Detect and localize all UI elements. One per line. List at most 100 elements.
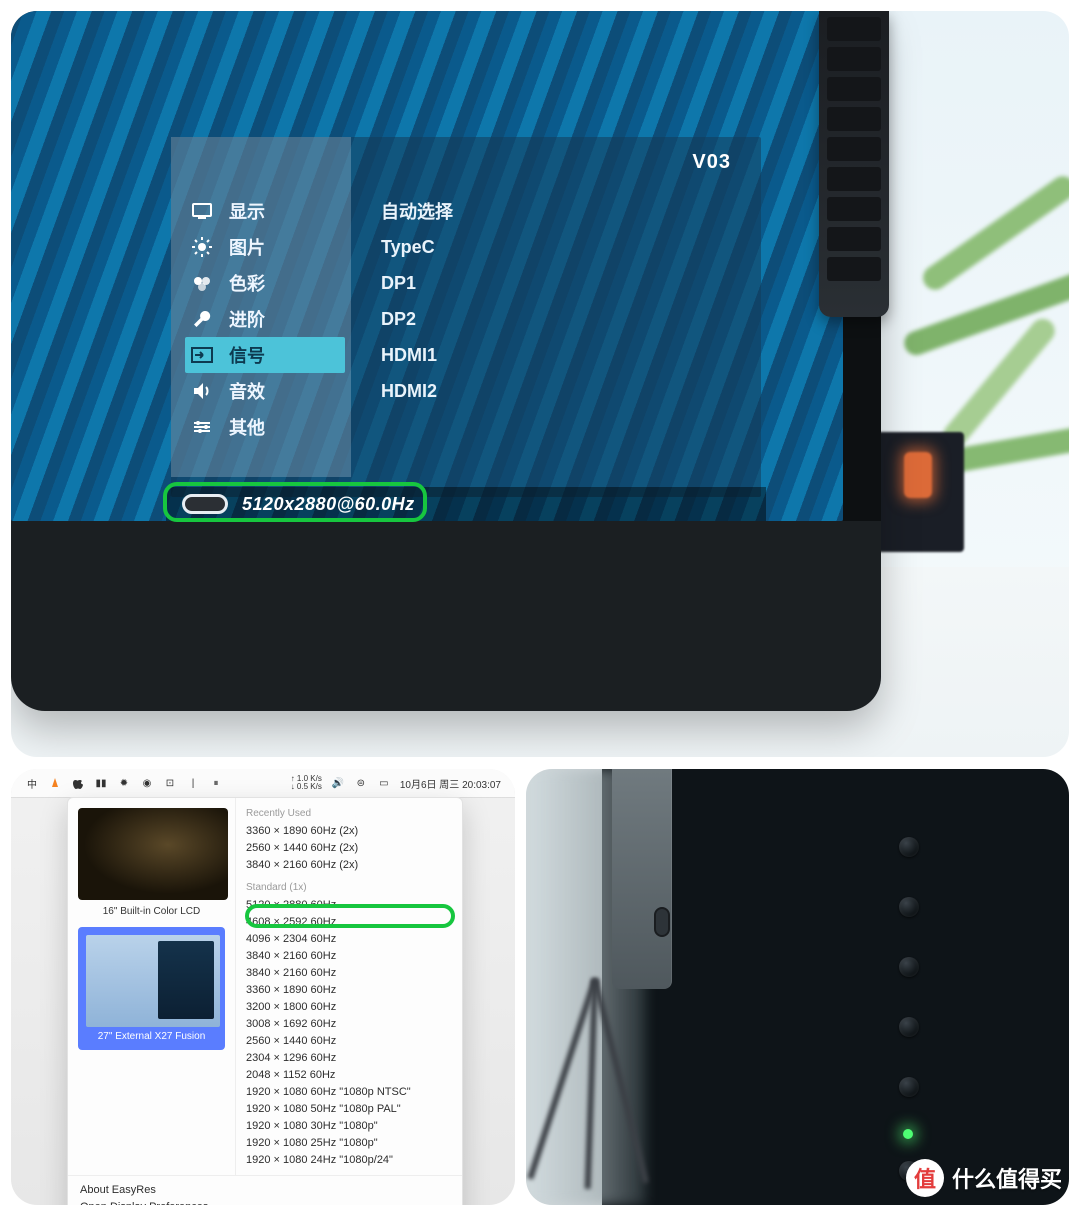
osd-item-label: 其他 xyxy=(229,414,265,440)
osd-item-advanced[interactable]: 进阶 xyxy=(185,301,345,337)
color-icon xyxy=(191,272,213,294)
wrench-icon xyxy=(191,308,213,330)
input-method-icon[interactable]: 中 xyxy=(25,776,39,790)
osd-physical-button[interactable] xyxy=(899,1017,919,1037)
osd-physical-button[interactable] xyxy=(899,837,919,857)
network-speed: ↑ 1.0 K/s ↓ 0.5 K/s xyxy=(291,775,322,791)
input-icon xyxy=(191,344,213,366)
resolution-option[interactable]: 5120 × 2880 60Hz xyxy=(246,897,452,914)
osd-item-label: 信号 xyxy=(229,342,265,368)
osd-submenu-inputs: 自动选择 TypeC DP1 DP2 HDMI1 HDMI2 xyxy=(381,193,453,409)
tripod xyxy=(546,979,646,1189)
resolution-option[interactable]: 3840 × 2160 60Hz xyxy=(246,948,452,965)
osd-item-label: 色彩 xyxy=(229,270,265,296)
standard-resolutions-list: 5120 × 2880 60Hz4608 × 2592 60Hz4096 × 2… xyxy=(246,897,452,1169)
menubar-icon[interactable]: ◉ xyxy=(140,776,154,790)
resolution-option[interactable]: 3840 × 2160 60Hz xyxy=(246,965,452,982)
osd-footer: 5120x2880@60.0Hz xyxy=(166,487,766,521)
osd-physical-button[interactable] xyxy=(899,957,919,977)
display-selector-column: 16" Built-in Color LCD 27" External X27 … xyxy=(68,798,236,1175)
osd-input-option[interactable]: DP2 xyxy=(381,301,453,337)
apple-icon[interactable] xyxy=(71,776,85,790)
osd-input-option[interactable]: HDMI1 xyxy=(381,337,453,373)
resolution-option[interactable]: 4608 × 2592 60Hz xyxy=(246,914,452,931)
screen-light-bar xyxy=(819,11,889,317)
section-header-recent: Recently Used xyxy=(246,808,452,819)
resolution-option[interactable]: 1920 × 1080 50Hz "1080p PAL" xyxy=(246,1101,452,1118)
osd-physical-button[interactable] xyxy=(899,1077,919,1097)
resolution-option[interactable]: 1920 × 1080 25Hz "1080p" xyxy=(246,1135,452,1152)
display-label-external: 27" External X27 Fusion xyxy=(86,1031,217,1042)
display-menu-icon[interactable]: ▭ xyxy=(377,776,391,790)
brightness-icon xyxy=(191,236,213,258)
menubar-icon[interactable]: ⏸ xyxy=(209,776,223,790)
osd-item-label: 显示 xyxy=(229,198,265,224)
osd-item-picture[interactable]: 图片 xyxy=(185,229,345,265)
smzdm-watermark: 值 什么值得买 xyxy=(906,1159,1062,1197)
usb-c-port xyxy=(654,907,670,937)
osd-item-label: 进阶 xyxy=(229,306,265,332)
resolution-list-column: Recently Used 3360 × 1890 60Hz (2x)2560 … xyxy=(236,798,462,1175)
easyres-dropdown: 16" Built-in Color LCD 27" External X27 … xyxy=(67,797,463,1205)
resolution-option[interactable]: 1920 × 1080 30Hz "1080p" xyxy=(246,1118,452,1135)
osd-item-display[interactable]: 显示 xyxy=(185,193,345,229)
top-photo-panel: V03 显示 图片 色彩 进阶 xyxy=(11,11,1069,757)
volume-icon[interactable]: 🔊 xyxy=(331,776,345,790)
osd-item-signal[interactable]: 信号 xyxy=(185,337,345,373)
bottom-right-panel xyxy=(526,769,1069,1205)
osd-item-label: 音效 xyxy=(229,378,265,404)
resolution-option[interactable]: 3008 × 1692 60Hz xyxy=(246,1016,452,1033)
menubar-icon[interactable]: ⊡ xyxy=(163,776,177,790)
resolution-option[interactable]: 4096 × 2304 60Hz xyxy=(246,931,452,948)
resolution-option[interactable]: 2048 × 1152 60Hz xyxy=(246,1067,452,1084)
display-thumbnail-external-selected[interactable]: 27" External X27 Fusion xyxy=(78,927,225,1050)
osd-input-option[interactable]: DP1 xyxy=(381,265,453,301)
resolution-option[interactable]: 3360 × 1890 60Hz xyxy=(246,982,452,999)
smzdm-badge-icon: 值 xyxy=(906,1159,944,1197)
osd-input-option[interactable]: HDMI2 xyxy=(381,373,453,409)
usb-c-icon xyxy=(182,494,228,514)
osd-item-label: 图片 xyxy=(229,234,265,260)
menubar-icon[interactable]: ✹ xyxy=(117,776,131,790)
resolution-option[interactable]: 3360 × 1890 60Hz (2x) xyxy=(246,823,452,840)
section-header-standard: Standard (1x) xyxy=(246,882,452,893)
resolution-option[interactable]: 1920 × 1080 24Hz "1080p/24" xyxy=(246,1152,452,1169)
osd-resolution-status: 5120x2880@60.0Hz xyxy=(242,494,415,515)
macos-menubar: 中 ▮▮ ✹ ◉ ⊡ | ⏸ ↑ 1.0 K/s ↓ 0.5 K/s 🔊 ⊜ ▭… xyxy=(11,769,515,797)
resolution-option[interactable]: 2304 × 1296 60Hz xyxy=(246,1050,452,1067)
display-label-builtin: 16" Built-in Color LCD xyxy=(78,906,225,917)
resolution-option[interactable]: 1920 × 1080 60Hz "1080p NTSC" xyxy=(246,1084,452,1101)
menubar-icon[interactable]: ⊜ xyxy=(354,776,368,790)
monitor-body: V03 显示 图片 色彩 进阶 xyxy=(11,11,881,711)
osd-input-option[interactable]: TypeC xyxy=(381,229,453,265)
bottom-left-panel: 中 ▮▮ ✹ ◉ ⊡ | ⏸ ↑ 1.0 K/s ↓ 0.5 K/s 🔊 ⊜ ▭… xyxy=(11,769,515,1205)
osd-menu: V03 显示 图片 色彩 进阶 xyxy=(171,137,761,497)
recent-resolutions-list: 3360 × 1890 60Hz (2x)2560 × 1440 60Hz (2… xyxy=(246,823,452,874)
resolution-option[interactable]: 3840 × 2160 60Hz (2x) xyxy=(246,857,452,874)
resolution-option[interactable]: 3200 × 1800 60Hz xyxy=(246,999,452,1016)
menu-item-about[interactable]: About EasyRes xyxy=(80,1182,450,1199)
speaker-icon xyxy=(191,380,213,402)
osd-item-color[interactable]: 色彩 xyxy=(185,265,345,301)
resolution-option[interactable]: 2560 × 1440 60Hz xyxy=(246,1033,452,1050)
power-led-indicator xyxy=(903,1129,913,1139)
easyres-footer-menu: About EasyRes Open Display Preferences… … xyxy=(68,1175,462,1205)
osd-input-option[interactable]: 自动选择 xyxy=(381,193,453,229)
menubar-icon[interactable]: ▮▮ xyxy=(94,776,108,790)
menu-item-open-display-prefs[interactable]: Open Display Preferences… xyxy=(80,1199,450,1205)
osd-item-audio[interactable]: 音效 xyxy=(185,373,345,409)
osd-main-menu: 显示 图片 色彩 进阶 信号 xyxy=(185,193,345,445)
vlc-icon[interactable] xyxy=(48,776,62,790)
monitor-mount-bracket xyxy=(612,769,672,989)
display-thumbnail-builtin[interactable] xyxy=(78,808,228,900)
menubar-icon[interactable]: | xyxy=(186,776,200,790)
osd-physical-button[interactable] xyxy=(899,897,919,917)
menubar-clock[interactable]: 10月6日 周三 20:03:07 xyxy=(400,776,501,791)
nixie-clock xyxy=(874,432,964,552)
osd-version: V03 xyxy=(692,151,731,174)
misc-icon xyxy=(191,416,213,438)
smzdm-text: 什么值得买 xyxy=(952,1162,1062,1194)
resolution-option[interactable]: 2560 × 1440 60Hz (2x) xyxy=(246,840,452,857)
osd-item-other[interactable]: 其他 xyxy=(185,409,345,445)
display-icon xyxy=(191,200,213,222)
